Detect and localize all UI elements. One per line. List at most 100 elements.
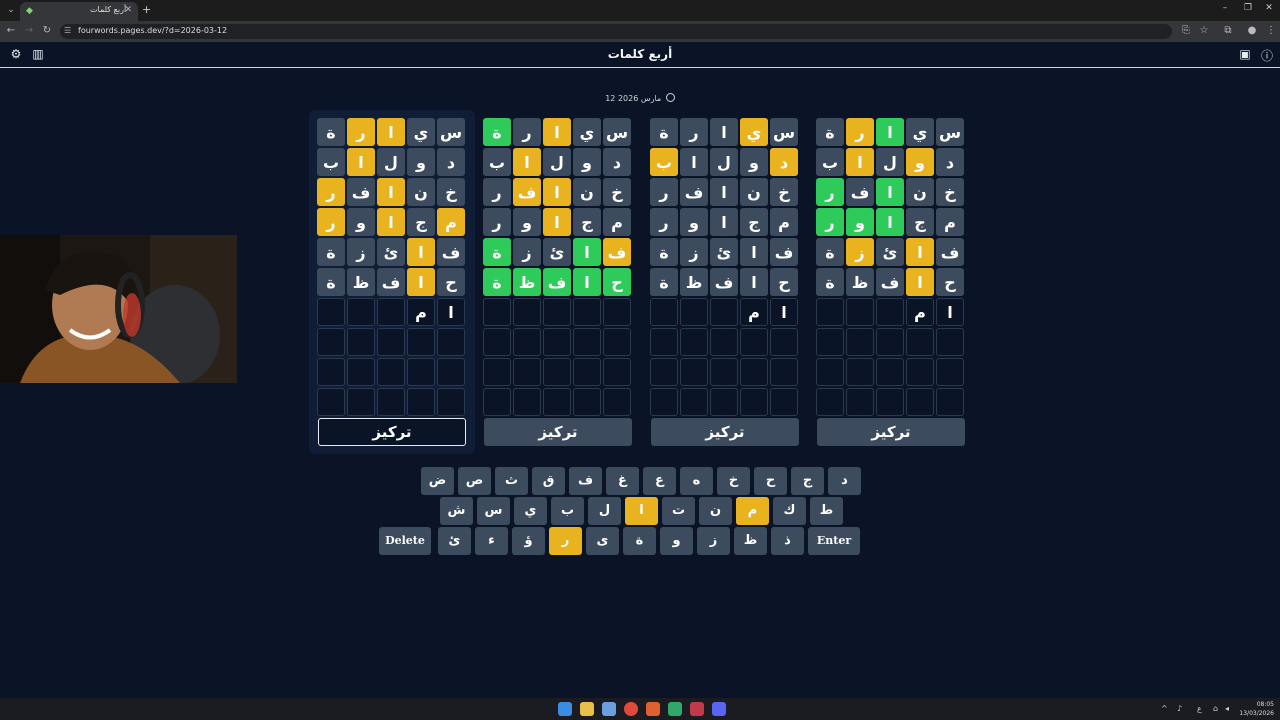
site-info-icon[interactable]: ☰ (64, 26, 71, 35)
start-icon[interactable] (558, 702, 572, 716)
board-3-tile: ف (710, 268, 738, 296)
reload-icon[interactable]: ↻ (41, 25, 53, 36)
calendar-icon[interactable]: ▣ (1238, 47, 1252, 61)
letter-key[interactable]: ئ (438, 527, 471, 555)
board-4-tile: ف (936, 238, 964, 266)
close-tab-icon[interactable]: ✕ (124, 5, 132, 15)
letter-key[interactable]: ه (680, 467, 713, 495)
letter-key[interactable]: ي (514, 497, 547, 525)
mic-icon[interactable]: ♪ (1177, 704, 1182, 713)
letter-key[interactable]: ا (625, 497, 658, 525)
profile-avatar[interactable]: ● (1245, 25, 1259, 36)
extensions-icon[interactable]: ⧉ (1221, 25, 1235, 36)
info-icon[interactable]: ⓘ (1260, 47, 1274, 64)
board-4-tile: ا (876, 118, 904, 146)
board-1-tile: ج (407, 208, 435, 236)
window-close-icon[interactable]: ✕ (1262, 3, 1276, 13)
letter-key[interactable]: ى (586, 527, 619, 555)
clock[interactable]: 08:05 13/03/2026 (1239, 700, 1274, 718)
letter-key[interactable]: ص (458, 467, 491, 495)
minimize-icon[interactable]: – (1218, 3, 1232, 13)
letter-key[interactable]: ؤ (512, 527, 545, 555)
store-icon[interactable] (602, 702, 616, 716)
letter-key[interactable]: ر (549, 527, 582, 555)
letter-key[interactable]: ت (662, 497, 695, 525)
new-tab-icon[interactable]: + (142, 3, 151, 16)
brave-icon[interactable] (646, 702, 660, 716)
chrome-icon[interactable] (624, 702, 638, 716)
tray-chevron-icon[interactable]: ^ (1161, 704, 1168, 713)
board-3-tile (740, 328, 768, 356)
discord-icon[interactable] (712, 702, 726, 716)
letter-key[interactable]: ظ (734, 527, 767, 555)
tab-search-icon[interactable]: ⌄ (4, 3, 18, 17)
letter-key[interactable]: ح (754, 467, 787, 495)
letter-key[interactable]: ق (532, 467, 565, 495)
board-2-tile (483, 328, 511, 356)
board-3-tile: ل (710, 148, 738, 176)
letter-key[interactable]: ز (697, 527, 730, 555)
lang-icon[interactable]: ع (1197, 704, 1202, 713)
delete-key[interactable]: Delete (379, 527, 431, 555)
streamer-figure (0, 235, 237, 383)
board-2-tile: ب (483, 148, 511, 176)
network-icon[interactable]: ⌂ (1213, 704, 1218, 713)
board-4-tile: ف (876, 268, 904, 296)
letter-key[interactable]: خ (717, 467, 750, 495)
restore-icon[interactable]: ❐ (1241, 3, 1255, 13)
focus-board-2-button[interactable]: تركيز (484, 418, 632, 446)
board-4-tile: م (906, 298, 934, 326)
letter-key[interactable]: ل (588, 497, 621, 525)
letter-key[interactable]: ج (791, 467, 824, 495)
board-4-tile: ي (906, 118, 934, 146)
letter-key[interactable]: ة (623, 527, 656, 555)
letter-key[interactable]: ض (421, 467, 454, 495)
letter-key[interactable]: ع (643, 467, 676, 495)
letter-key[interactable]: س (477, 497, 510, 525)
volume-icon[interactable]: ◂ (1225, 704, 1229, 713)
browser-tab[interactable]: ◆ أربع كلمات ✕ (20, 2, 138, 21)
board-1-tile (317, 358, 345, 386)
browser-menu-icon[interactable]: ⋮ (1264, 25, 1278, 36)
omnibox[interactable]: ☰ fourwords.pages.dev/?d=2026-03-12 (60, 24, 1172, 39)
focus-board-1-button[interactable]: تركيز (318, 418, 466, 446)
letter-key[interactable]: ن (699, 497, 732, 525)
letter-key[interactable]: ك (773, 497, 806, 525)
focus-board-4-button[interactable]: تركيز (817, 418, 965, 446)
board-1-tile: ن (407, 178, 435, 206)
forward-icon[interactable]: → (23, 25, 35, 36)
board-3-tile: خ (770, 178, 798, 206)
file-explorer-icon[interactable] (580, 702, 594, 716)
letter-key[interactable]: ء (475, 527, 508, 555)
letter-key[interactable]: و (660, 527, 693, 555)
obs-icon[interactable] (690, 702, 704, 716)
bookmark-star-icon[interactable]: ☆ (1197, 25, 1211, 36)
board-2-tile (483, 388, 511, 416)
board-3-tile: ج (740, 208, 768, 236)
letter-key[interactable]: ط (810, 497, 843, 525)
letter-key[interactable]: غ (606, 467, 639, 495)
app-icon[interactable] (668, 702, 682, 716)
focus-board-3-button[interactable]: تركيز (651, 418, 799, 446)
letter-key[interactable]: د (828, 467, 861, 495)
date-line: 12 مارس 2026 (540, 93, 740, 103)
board-4-tile (846, 358, 874, 386)
letter-key[interactable]: ش (440, 497, 473, 525)
letter-key[interactable]: ب (551, 497, 584, 525)
board-1-tile: ا (377, 118, 405, 146)
board-3-tile: ف (680, 178, 708, 206)
letter-key[interactable]: ذ (771, 527, 804, 555)
back-icon[interactable]: ← (5, 25, 17, 36)
board-1-tile: ا (407, 268, 435, 296)
letter-key[interactable]: م (736, 497, 769, 525)
board-2-tile (573, 298, 601, 326)
enter-key[interactable]: Enter (808, 527, 860, 555)
letter-key[interactable]: ف (569, 467, 602, 495)
install-app-icon[interactable]: ⎘ (1179, 25, 1193, 36)
board-2-tile: و (513, 208, 541, 236)
letter-key[interactable]: ث (495, 467, 528, 495)
board-2-tile: ف (513, 178, 541, 206)
board-1-tile: ا (377, 178, 405, 206)
board-1-tile (437, 328, 465, 356)
board-4-tile: و (906, 148, 934, 176)
